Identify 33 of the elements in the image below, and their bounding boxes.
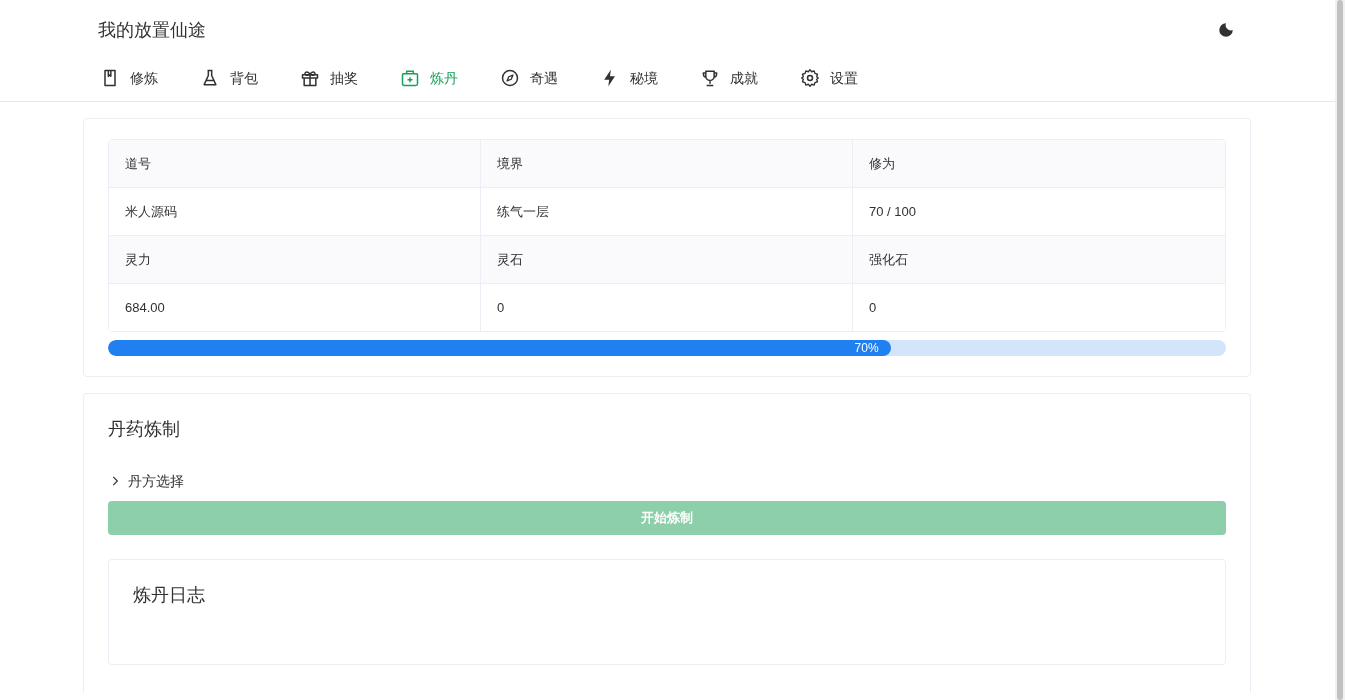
stat-label: 强化石	[868, 250, 909, 269]
stat-label: 境界	[481, 140, 853, 187]
stat-value: 练气一层	[481, 188, 853, 235]
stat-value: 684.00	[109, 284, 481, 331]
stat-value: 70 / 100	[868, 202, 917, 221]
stat-label: 修为	[868, 154, 896, 173]
section-title: 丹药炼制	[108, 418, 181, 441]
recipe-collapse[interactable]: 丹方选择	[108, 469, 184, 493]
moon-icon[interactable]	[1217, 21, 1235, 39]
nav-tab[interactable]: 秘境	[600, 60, 700, 96]
flask-icon	[200, 68, 220, 88]
nav-tab[interactable]: 修炼	[100, 60, 200, 96]
settings-icon	[800, 68, 820, 88]
trophy-icon	[700, 68, 720, 88]
compass-icon	[500, 68, 520, 88]
stat-value: 米人源码	[109, 188, 481, 235]
app-title: 我的放置仙途	[98, 18, 206, 42]
nav-tab[interactable]: 奇遇	[500, 60, 600, 96]
nav-tab[interactable]: 炼丹	[400, 60, 500, 96]
progress-reading: 70%	[854, 340, 879, 356]
stat-label: 道号	[109, 140, 481, 187]
scrollbar[interactable]	[1335, 0, 1345, 700]
stat-value: 0	[481, 284, 853, 331]
nav-tab[interactable]: 背包	[200, 60, 300, 96]
stat-value: 0	[868, 298, 878, 317]
nav-tab[interactable]: 抽奖	[300, 60, 400, 96]
nav-tab[interactable]: 设置	[800, 60, 900, 96]
gift-icon	[300, 68, 320, 88]
stat-label: 灵石	[481, 236, 853, 283]
medicine-kit-icon	[400, 68, 420, 88]
log-title: 炼丹日志	[133, 584, 206, 607]
nav-tab[interactable]: 成就	[700, 60, 800, 96]
stat-label: 灵力	[109, 236, 481, 283]
